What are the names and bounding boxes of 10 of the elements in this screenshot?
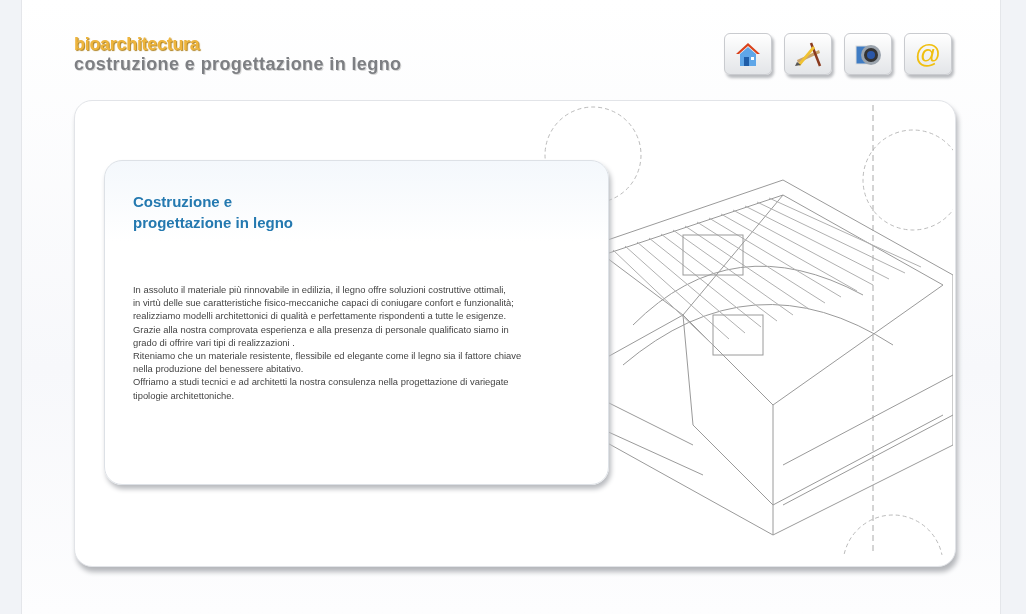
brand-name: bioarchitectura xyxy=(74,34,201,54)
email-button[interactable]: @ xyxy=(904,33,952,75)
intro-paragraph: In assoluto il materiale più rinnovabile in edilizia, il legno offre soluzioni costruttive ottimali, in virtù delle sue caratteristiche fisico-meccaniche capaci di coniugare confort e funzionalità; realizziamo modelli architettonici di qualità e perfettamente rispondenti a tutte le esigenze. Grazie alla nostra comprovata esperienza e alla presenza di personale qualificato siamo in grado di offrire vari tipi di realizzazioni . Riteniamo che un materiale resistente, flessibile ed elegante come il legno sia il fattore chiave nella produzione del benessere abitativo. Offriamo a studi tecnici e ad architetti la nostra consulenza nella progettazione di variegate tipologie architettoniche. xyxy=(133,283,522,402)
home-button[interactable] xyxy=(724,33,772,75)
camera-button[interactable] xyxy=(844,33,892,75)
brand-tagline: costruzione e progettazione in legno xyxy=(74,54,402,74)
at-sign-icon: @ xyxy=(914,40,942,68)
pencil-ruler-icon xyxy=(793,40,823,68)
drafting-tools-button[interactable] xyxy=(784,33,832,75)
page-heading: Costruzione e progettazione in legno xyxy=(133,192,293,233)
